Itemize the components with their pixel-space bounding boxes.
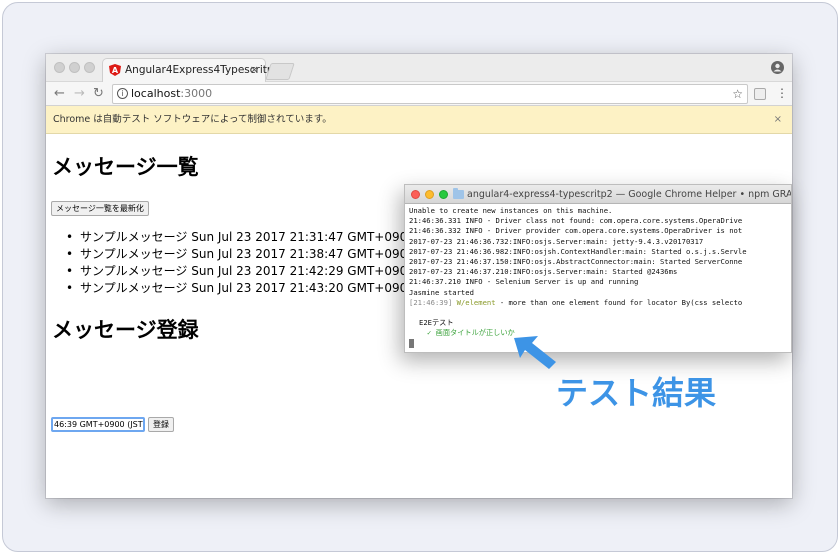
- list-item: サンプルメッセージ Sun Jul 23 2017 21:43:20 GMT+0…: [66, 280, 415, 297]
- url-host: localhost: [131, 87, 181, 100]
- test-suite-name: E2Eテスト: [419, 318, 454, 328]
- terminal-line: 21:46:36.332 INFO - Driver provider com.…: [409, 226, 743, 236]
- terminal-line: Jasmine started: [409, 287, 474, 297]
- register-button[interactable]: 登録: [148, 417, 174, 432]
- infobar-close-icon[interactable]: ×: [774, 106, 782, 134]
- terminal-line: 2017-07-23 21:46:36.982:INFO:osjsh.Conte…: [409, 246, 747, 256]
- terminal-title: angular4-express4-typescritp2 — Google C…: [467, 189, 792, 200]
- kebab-menu-icon[interactable]: ⋮: [776, 85, 788, 101]
- terminal-line: 2017-07-23 21:46:37.210:INFO:osjs.Server…: [409, 267, 678, 277]
- terminal-cursor-line: [409, 338, 791, 348]
- automation-infobar: Chrome は自動テスト ソフトウェアによって制御されています。 ×: [46, 106, 792, 134]
- minimize-window-button[interactable]: [69, 62, 80, 73]
- browser-toolbar: ← → ↻ i localhost:3000 ☆ ⋮: [46, 82, 792, 106]
- browser-titlebar: A Angular4Express4Typescritp2 ×: [46, 54, 792, 82]
- test-spec-result: ✓ 画面タイトルが正しいか: [427, 328, 515, 338]
- profile-icon[interactable]: [771, 61, 784, 74]
- terminal-minimize-button[interactable]: [425, 190, 434, 199]
- warning-tag: W/element: [456, 297, 496, 307]
- test-result-annotation: テスト結果: [556, 374, 717, 412]
- arrow-icon: [514, 336, 556, 369]
- terminal-output: Unable to create new instances on this m…: [409, 206, 791, 349]
- message-input[interactable]: 46:39 GMT+0900 (JST): [51, 417, 145, 432]
- close-tab-icon[interactable]: ×: [250, 59, 259, 81]
- infobar-text: Chrome は自動テスト ソフトウェアによって制御されています。: [53, 114, 332, 125]
- terminal-maximize-button[interactable]: [439, 190, 448, 199]
- close-window-button[interactable]: [54, 62, 65, 73]
- warning-timestamp: [21:46:39]: [409, 297, 453, 307]
- browser-tab[interactable]: A Angular4Express4Typescritp2 ×: [102, 58, 280, 82]
- terminal-line: 2017-07-23 21:46:36.732:INFO:osjs.Server…: [409, 236, 704, 246]
- maximize-window-button[interactable]: [84, 62, 95, 73]
- message-list: サンプルメッセージ Sun Jul 23 2017 21:31:47 GMT+0…: [66, 229, 415, 297]
- terminal-window: angular4-express4-typescritp2 — Google C…: [404, 184, 792, 353]
- refresh-messages-button[interactable]: メッセージ一覧を最新化: [51, 201, 149, 216]
- extension-icon[interactable]: [754, 88, 766, 100]
- svg-text:A: A: [112, 66, 119, 75]
- terminal-line: 2017-07-23 21:46:37.150:INFO:osjs.Abstra…: [409, 257, 743, 267]
- info-icon[interactable]: i: [117, 88, 128, 99]
- message-list-heading: メッセージ一覧: [52, 155, 199, 179]
- message-register-heading: メッセージ登録: [52, 318, 199, 342]
- terminal-line: 21:46:36.331 INFO - Driver class not fou…: [409, 216, 743, 226]
- back-arrow-icon[interactable]: ←: [54, 85, 65, 103]
- folder-icon: [453, 188, 464, 199]
- terminal-warning-line: [21:46:39] W/element - more than one ele…: [409, 297, 791, 308]
- terminal-titlebar: angular4-express4-typescritp2 — Google C…: [405, 185, 792, 204]
- forward-arrow-icon[interactable]: →: [74, 85, 85, 103]
- list-item: サンプルメッセージ Sun Jul 23 2017 21:38:47 GMT+0…: [66, 246, 415, 263]
- terminal-line: Unable to create new instances on this m…: [409, 206, 613, 215]
- address-bar[interactable]: i localhost:3000 ☆: [112, 84, 748, 104]
- terminal-close-button[interactable]: [411, 190, 420, 199]
- bookmark-star-icon[interactable]: ☆: [732, 85, 743, 103]
- terminal-line: 21:46:37.210 INFO - Selenium Server is u…: [409, 277, 639, 287]
- list-item: サンプルメッセージ Sun Jul 23 2017 21:31:47 GMT+0…: [66, 229, 415, 246]
- url-port: :3000: [180, 87, 213, 100]
- reload-icon[interactable]: ↻: [93, 85, 104, 103]
- terminal-cursor[interactable]: [409, 338, 414, 348]
- angular-icon: A: [109, 64, 121, 76]
- warning-text: - more than one element found for locato…: [495, 297, 743, 307]
- list-item: サンプルメッセージ Sun Jul 23 2017 21:42:29 GMT+0…: [66, 263, 415, 280]
- new-tab-button[interactable]: [265, 63, 295, 80]
